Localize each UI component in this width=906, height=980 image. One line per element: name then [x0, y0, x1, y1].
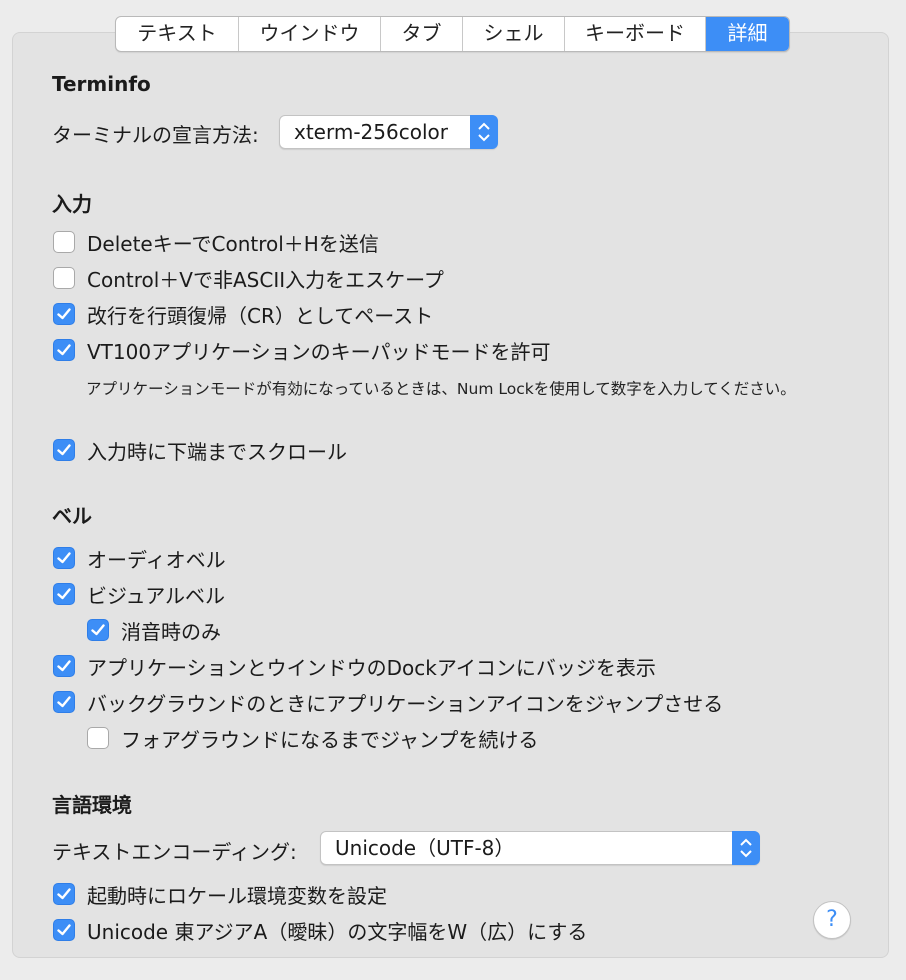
checkmark-icon — [57, 888, 71, 900]
checkbox[interactable] — [53, 439, 75, 461]
text-encoding-value: Unicode（UTF-8） — [335, 836, 515, 860]
popup-arrows-icon — [470, 115, 498, 149]
checkmark-icon — [57, 308, 71, 320]
tab-text[interactable]: テキスト — [116, 17, 239, 51]
checkbox[interactable] — [53, 883, 75, 905]
bell-heading: ベル — [52, 504, 92, 528]
option-label: 改行を行頭復帰（CR）としてペースト — [87, 303, 434, 328]
tab-shell[interactable]: シェル — [463, 17, 565, 51]
checkbox[interactable] — [53, 547, 75, 569]
tab-window[interactable]: ウインドウ — [239, 17, 381, 51]
option-label: フォアグラウンドになるまでジャンプを続ける — [121, 727, 539, 752]
option-label: 起動時にロケール環境変数を設定 — [87, 883, 387, 908]
option-bounce-icon[interactable]: バックグラウンドのときにアプリケーションアイコンをジャンプさせる — [53, 689, 724, 716]
checkbox[interactable] — [87, 727, 109, 749]
help-button[interactable]: ? — [813, 901, 851, 939]
declare-terminal-label: ターミナルの宣言方法: — [52, 123, 259, 147]
keypad-mode-note: アプリケーションモードが有効になっているときは、Num Lockを使用して数字を… — [86, 380, 796, 398]
checkbox[interactable] — [87, 619, 109, 641]
checkmark-icon — [57, 588, 71, 600]
checkbox[interactable] — [53, 655, 75, 677]
checkmark-icon — [91, 624, 105, 636]
popup-arrows-icon — [732, 831, 760, 865]
option-delete-sends-ctrl-h[interactable]: DeleteキーでControl＋Hを送信 — [53, 229, 379, 256]
option-label: DeleteキーでControl＋Hを送信 — [87, 231, 379, 256]
option-escape-non-ascii[interactable]: Control＋Vで非ASCII入力をエスケープ — [53, 265, 444, 292]
tab-keyboard[interactable]: キーボード — [565, 17, 706, 51]
option-label: 消音時のみ — [121, 619, 221, 644]
option-bounce-until-foreground[interactable]: フォアグラウンドになるまでジャンプを続ける — [87, 725, 539, 752]
option-label: オーディオベル — [87, 547, 226, 572]
text-encoding-label: テキストエンコーディング: — [52, 840, 297, 864]
checkbox[interactable] — [53, 339, 75, 361]
checkmark-icon — [57, 552, 71, 564]
checkbox[interactable] — [53, 919, 75, 941]
tab-tab[interactable]: タブ — [381, 17, 463, 51]
option-paste-newlines-as-cr[interactable]: 改行を行頭復帰（CR）としてペースト — [53, 301, 434, 328]
checkmark-icon — [57, 696, 71, 708]
checkbox[interactable] — [53, 231, 75, 253]
option-label: アプリケーションとウインドウのDockアイコンにバッジを表示 — [87, 655, 656, 680]
option-label: 入力時に下端までスクロール — [87, 439, 347, 464]
checkmark-icon — [57, 660, 71, 672]
input-heading: 入力 — [52, 192, 92, 216]
option-audio-bell[interactable]: オーディオベル — [53, 545, 226, 572]
option-label: ビジュアルベル — [87, 583, 225, 608]
option-dock-badge[interactable]: アプリケーションとウインドウのDockアイコンにバッジを表示 — [53, 653, 656, 680]
checkmark-icon — [57, 444, 71, 456]
checkmark-icon — [57, 924, 71, 936]
checkbox[interactable] — [53, 691, 75, 713]
option-only-when-muted[interactable]: 消音時のみ — [87, 617, 221, 644]
option-label: Control＋Vで非ASCII入力をエスケープ — [87, 267, 444, 292]
option-visual-bell[interactable]: ビジュアルベル — [53, 581, 225, 608]
terminal-type-value: xterm-256color — [294, 120, 448, 144]
checkmark-icon — [57, 344, 71, 356]
language-heading: 言語環境 — [52, 793, 132, 817]
option-set-locale-env[interactable]: 起動時にロケール環境変数を設定 — [53, 881, 387, 908]
terminal-type-popup[interactable]: xterm-256color — [279, 115, 498, 149]
option-label: バックグラウンドのときにアプリケーションアイコンをジャンプさせる — [87, 691, 724, 716]
option-label: Unicode 東アジアA（曖昧）の文字幅をW（広）にする — [87, 919, 588, 944]
terminfo-heading: Terminfo — [52, 72, 151, 96]
preferences-panel — [12, 32, 889, 958]
option-vt100-keypad-mode[interactable]: VT100アプリケーションのキーパッドモードを許可 — [53, 337, 551, 364]
text-encoding-popup[interactable]: Unicode（UTF-8） — [320, 831, 760, 865]
tab-advanced[interactable]: 詳細 — [706, 17, 789, 51]
checkbox[interactable] — [53, 303, 75, 325]
tab-bar: テキスト ウインドウ タブ シェル キーボード 詳細 — [115, 16, 790, 52]
option-label: VT100アプリケーションのキーパッドモードを許可 — [87, 339, 551, 364]
option-scroll-to-bottom-on-input[interactable]: 入力時に下端までスクロール — [53, 437, 347, 464]
option-east-asian-wide[interactable]: Unicode 東アジアA（曖昧）の文字幅をW（広）にする — [53, 917, 588, 944]
checkbox[interactable] — [53, 583, 75, 605]
checkbox[interactable] — [53, 267, 75, 289]
